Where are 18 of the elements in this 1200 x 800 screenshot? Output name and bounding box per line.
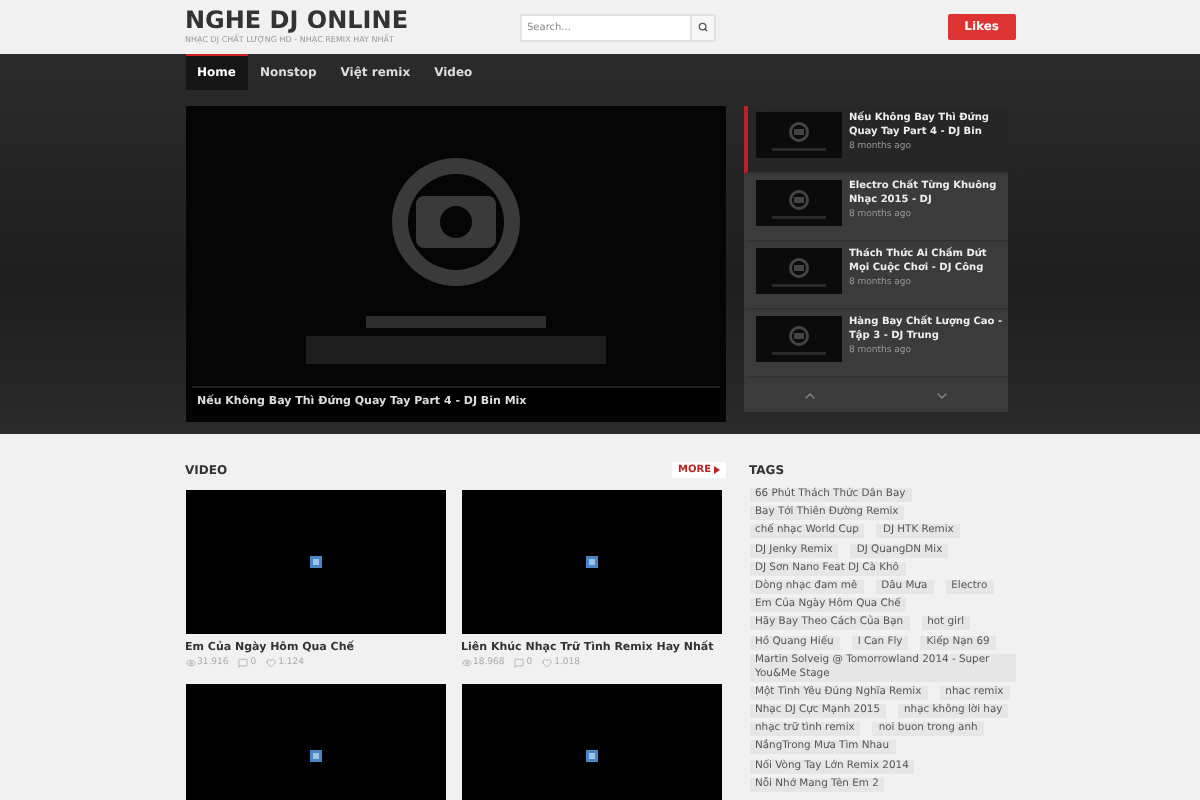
heart-icon	[266, 658, 277, 668]
video-thumbnail[interactable]	[461, 490, 721, 634]
video-thumbnail[interactable]	[185, 490, 445, 634]
video-thumbnail[interactable]	[185, 684, 445, 800]
broken-image-icon	[309, 750, 321, 762]
video-thumbnail[interactable]	[461, 684, 721, 800]
comment-icon	[238, 658, 249, 668]
search-button[interactable]	[691, 13, 715, 41]
broken-image-icon	[585, 750, 597, 762]
caret-icon	[713, 466, 719, 474]
eye-icon	[185, 658, 195, 668]
broken-image-icon	[309, 556, 321, 568]
broken-image-icon	[585, 556, 597, 568]
comment-icon	[514, 658, 525, 668]
heart-icon	[542, 658, 553, 668]
site-title[interactable]: NGHE DJ ONLINE	[185, 8, 519, 34]
search-icon	[697, 22, 707, 32]
eye-icon	[461, 658, 471, 668]
